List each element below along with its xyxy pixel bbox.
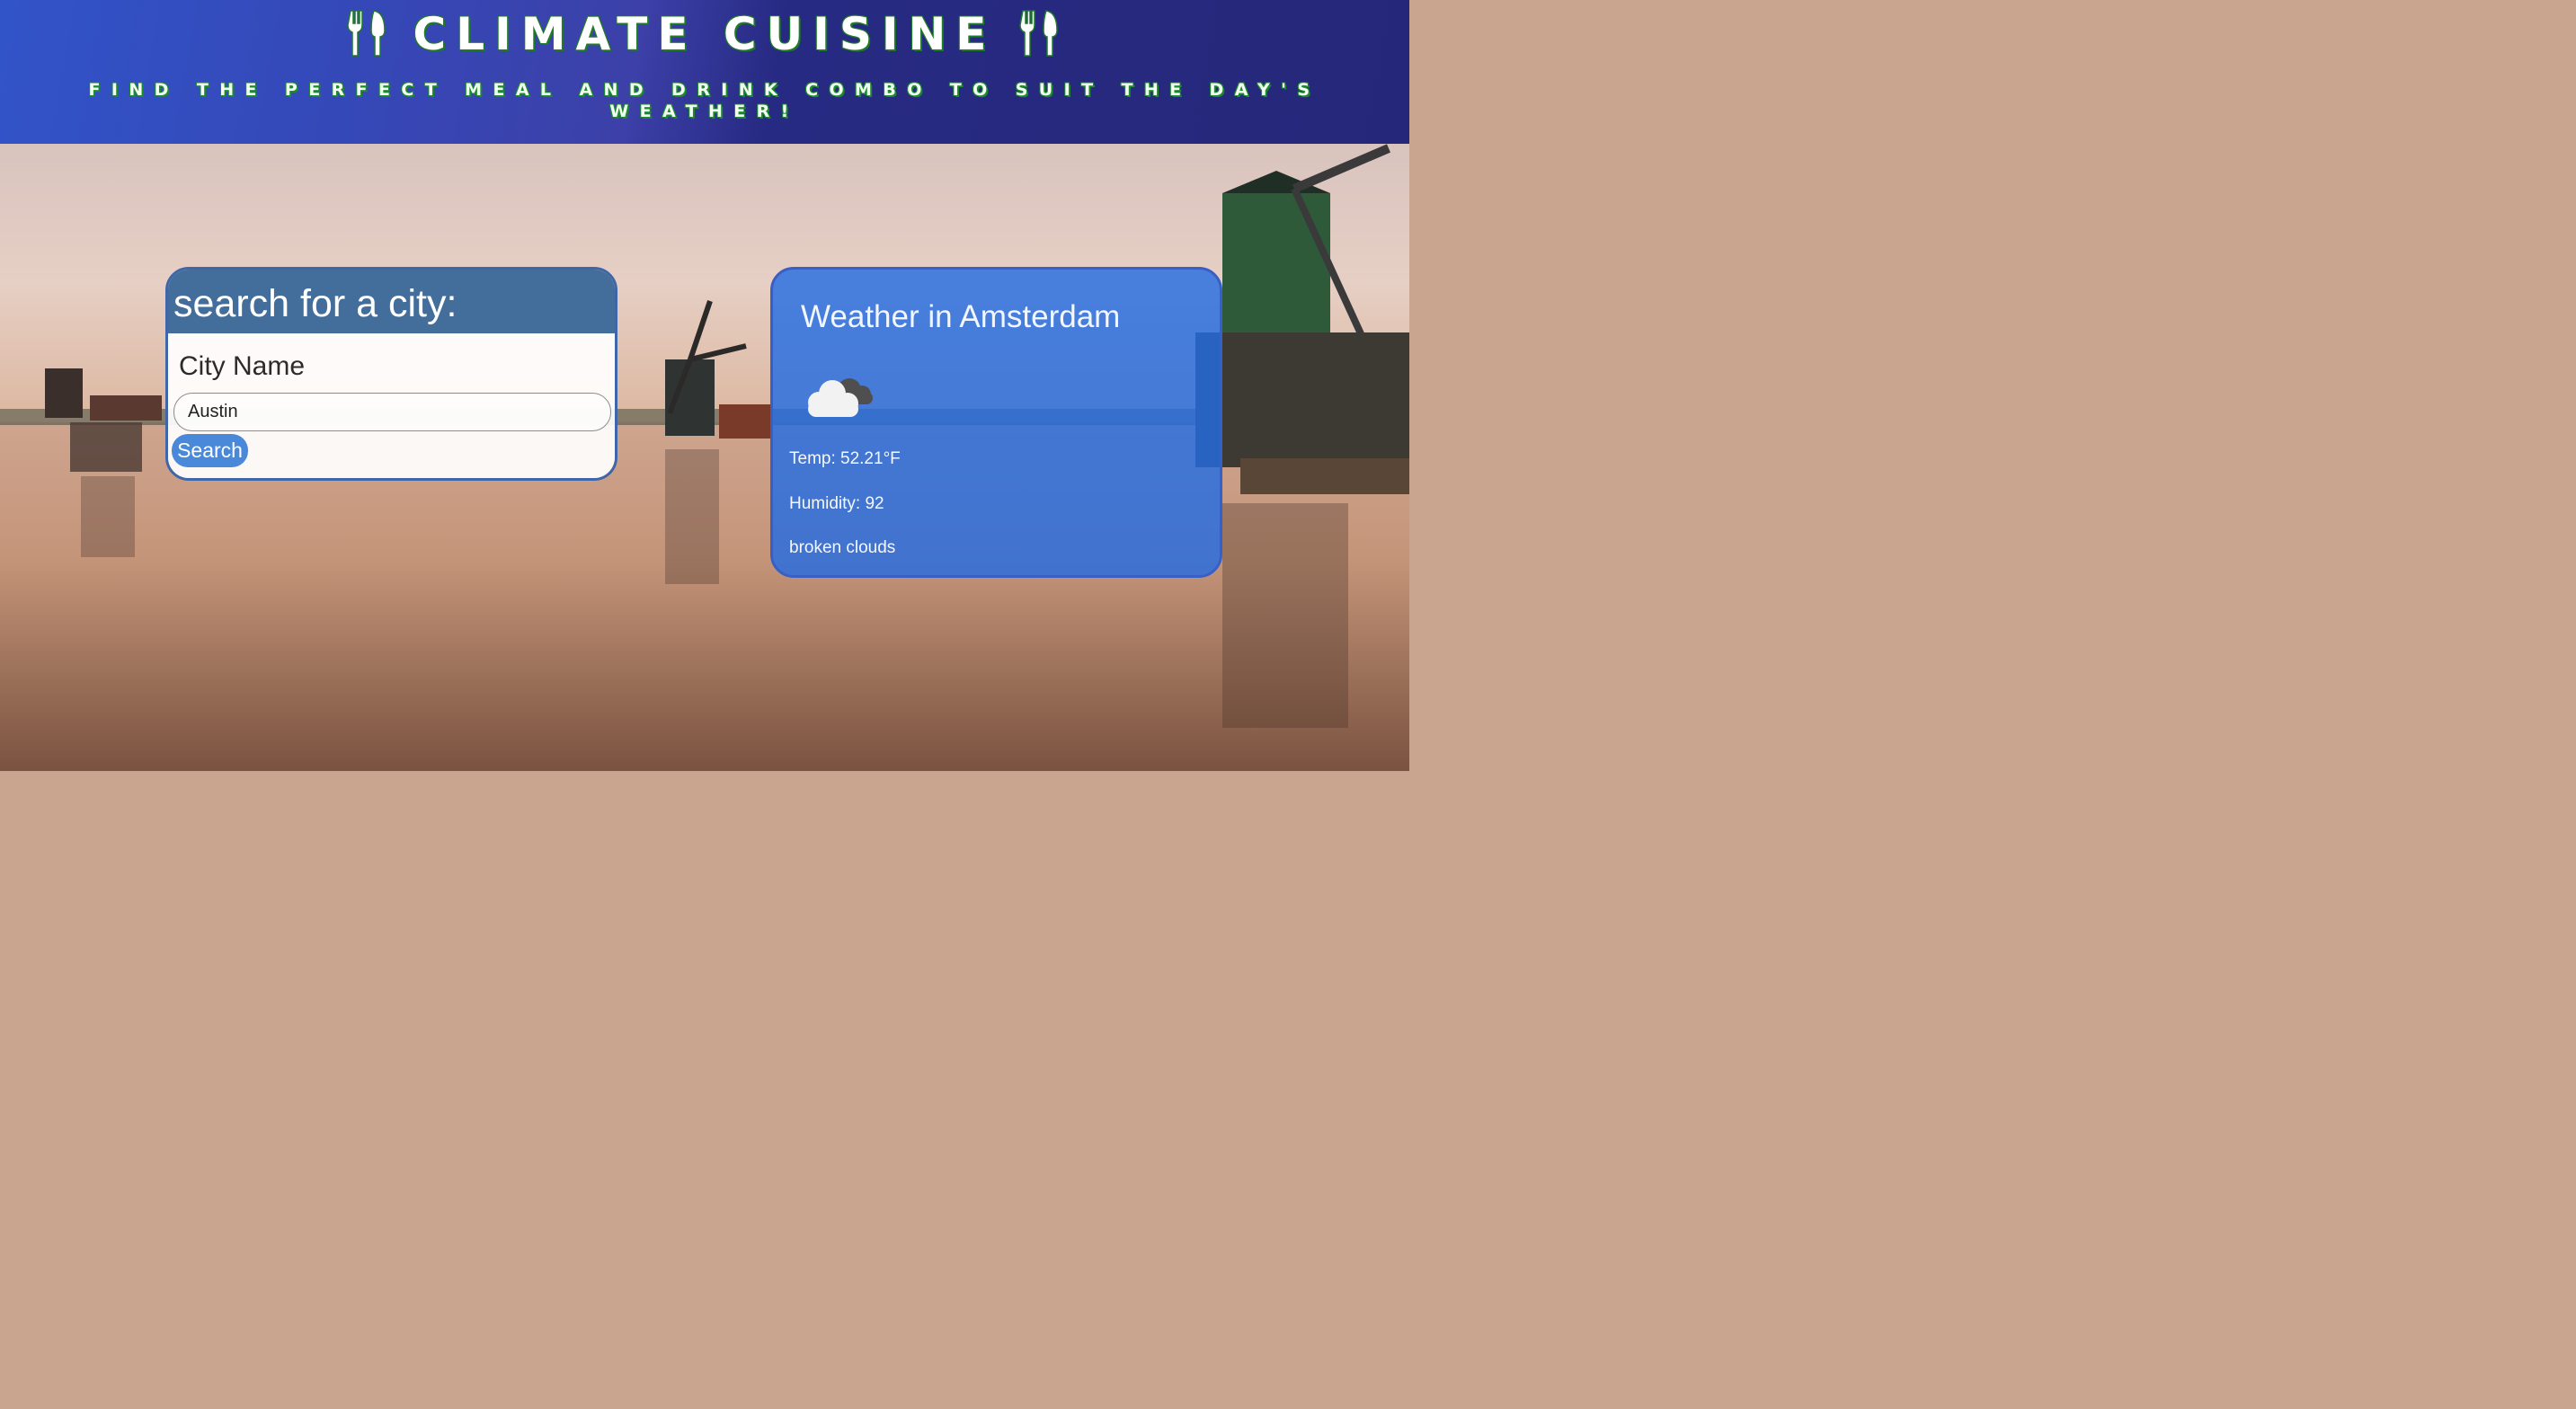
search-button[interactable]: Search — [172, 434, 248, 467]
city-name-label: City Name — [179, 351, 306, 381]
brand: CLIMATE CUISINE — [0, 9, 1409, 59]
broken-clouds-icon — [808, 378, 873, 417]
weather-title: Weather in Amsterdam — [801, 299, 1121, 334]
weather-description: broken clouds — [789, 538, 896, 557]
site-header: CLIMATE CUISINE FIND THE PERFECT MEAL AN… — [0, 0, 1409, 144]
search-form: City Name Search — [168, 333, 615, 478]
site-tagline: FIND THE PERFECT MEAL AND DRINK COMBO TO… — [88, 80, 1321, 121]
search-heading: search for a city: — [168, 270, 615, 333]
city-name-input[interactable] — [173, 393, 611, 431]
utensils-icon — [1019, 10, 1059, 57]
weather-humidity: Humidity: 92 — [789, 494, 884, 513]
site-title: CLIMATE CUISINE — [413, 8, 997, 60]
weather-card: Weather in Amsterdam Temp: 52.21°F Humid… — [770, 267, 1222, 578]
weather-temperature: Temp: 52.21°F — [789, 449, 901, 468]
search-card: search for a city: City Name Search — [165, 267, 617, 481]
utensils-icon — [346, 10, 386, 57]
